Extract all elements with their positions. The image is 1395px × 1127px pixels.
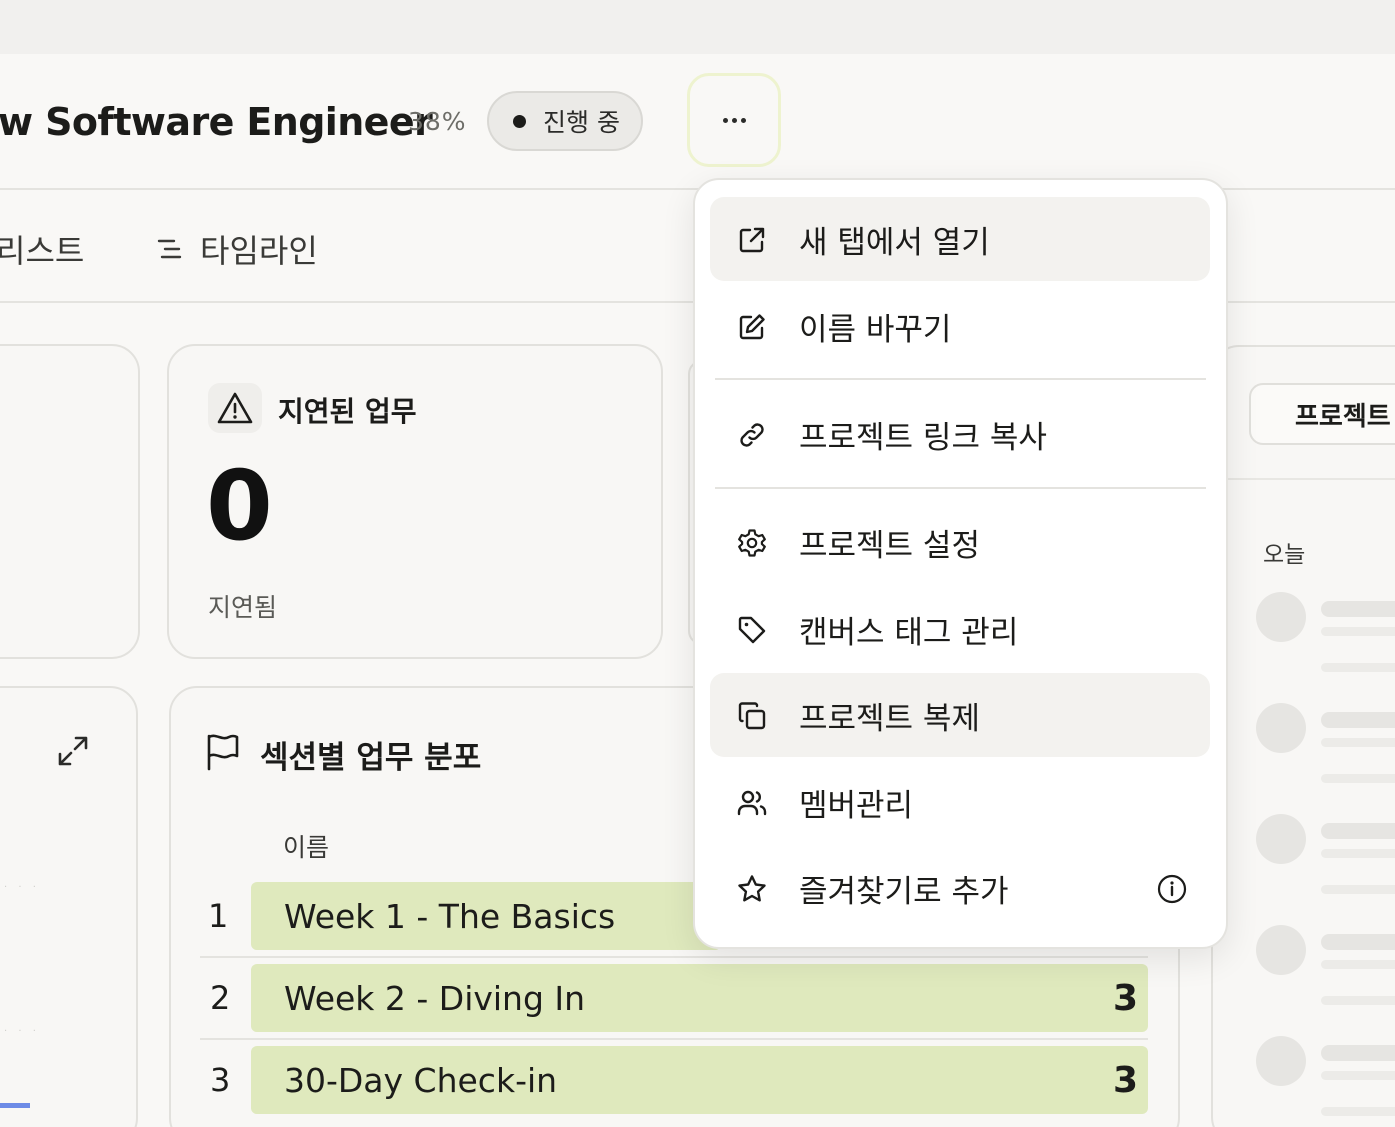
text-skeleton [1321,1045,1395,1061]
avatar-skeleton [1256,925,1306,975]
gear-icon [738,529,766,557]
menu-item-label: 캔버스 태그 관리 [799,614,1019,651]
menu-item-label: 새 탭에서 열기 [799,224,990,261]
warning-icon-box [208,383,262,433]
text-skeleton [1321,774,1395,783]
text-skeleton [1321,1107,1395,1116]
menu-item-duplicate[interactable]: 프로젝트 복제 [710,673,1210,757]
copy-icon [738,702,766,730]
text-skeleton [1321,960,1395,969]
menu-item-label: 프로젝트 설정 [799,527,980,564]
status-label: 진행 중 [543,108,620,137]
avatar-skeleton [1256,592,1306,642]
row-divider [200,956,1148,958]
status-dot-icon [513,114,526,128]
row-index: 3 [210,1061,231,1099]
menu-item-add-favorite[interactable]: 즐겨찾기로 추가 [710,846,1210,930]
text-skeleton [1321,823,1395,839]
text-skeleton [1321,663,1395,672]
star-icon [738,875,766,902]
section-name: 30-Day Check-in [284,1060,558,1100]
tab-project[interactable]: 프로젝트 [1249,383,1395,445]
menu-item-open-new-tab[interactable]: 새 탭에서 열기 [710,197,1210,281]
timeline-icon [157,239,182,259]
tab-timeline-label: 타임라인 [200,232,318,270]
progress-percent: 38% [408,107,467,136]
link-icon [740,423,764,447]
menu-item-manage-tags[interactable]: 캔버스 태그 관리 [710,587,1210,671]
section-row[interactable]: 30-Day Check-in 3 [251,1046,1148,1114]
section-row[interactable]: Week 1 - The Basics [251,882,721,950]
info-icon[interactable] [1156,873,1188,905]
text-skeleton [1321,712,1395,728]
section-name: Week 1 - The Basics [284,896,616,936]
left-card-top [0,344,140,659]
avatar-skeleton [1256,814,1306,864]
avatar-skeleton [1256,1036,1306,1086]
text-skeleton [1321,885,1395,894]
expand-icon[interactable] [56,734,90,772]
panel-divider [1226,478,1395,480]
menu-divider [715,487,1206,489]
column-header-name: 이름 [283,833,330,862]
today-label: 오늘 [1263,542,1306,568]
top-strip [0,0,1395,54]
menu-item-label: 즐겨찾기로 추가 [799,873,1009,910]
chart-dots: · · · [4,1026,40,1037]
project-title: w Software Engineer [0,100,433,144]
delayed-tasks-count: 0 [206,450,273,562]
external-link-icon [739,227,765,253]
section-name: Week 2 - Diving In [284,978,586,1018]
menu-item-label: 프로젝트 복제 [799,700,980,737]
warning-triangle-icon [217,392,253,424]
chart-dots: · · · [4,882,40,893]
avatar-skeleton [1256,703,1306,753]
menu-item-label: 프로젝트 링크 복사 [799,419,1047,456]
menu-divider [715,378,1206,380]
tab-list[interactable]: 리스트 [0,226,84,272]
menu-item-project-settings[interactable]: 프로젝트 설정 [710,500,1210,584]
section-count: 3 [1112,977,1138,1019]
delayed-tasks-title: 지연된 업무 [278,395,417,428]
text-skeleton [1321,934,1395,950]
text-skeleton [1321,738,1395,747]
menu-item-rename[interactable]: 이름 바꾸기 [710,284,1210,368]
users-icon [737,790,767,816]
menu-item-label: 이름 바꾸기 [799,311,952,348]
row-index: 1 [208,897,229,935]
row-index: 2 [210,979,231,1017]
tag-icon [738,616,766,644]
more-horizontal-icon [722,117,728,123]
menu-item-copy-link[interactable]: 프로젝트 링크 복사 [710,392,1210,476]
text-skeleton [1321,1071,1395,1080]
section-row[interactable]: Week 2 - Diving In 3 [251,964,1148,1032]
chart-line [0,1103,30,1108]
edit-icon [739,314,765,340]
more-options-button[interactable] [687,73,781,167]
flag-icon [204,732,240,776]
delayed-tasks-sublabel: 지연됨 [208,593,278,622]
status-badge[interactable]: 진행 중 [487,91,643,151]
text-skeleton [1321,849,1395,858]
tab-timeline[interactable]: 타임라인 [156,226,318,272]
menu-item-members[interactable]: 멤버관리 [710,760,1210,844]
text-skeleton [1321,627,1395,636]
row-divider [200,1038,1148,1040]
menu-item-label: 멤버관리 [799,787,914,824]
section-count: 3 [1112,1059,1138,1101]
section-distribution-title: 섹션별 업무 분포 [260,740,482,776]
text-skeleton [1321,601,1395,617]
text-skeleton [1321,996,1395,1005]
